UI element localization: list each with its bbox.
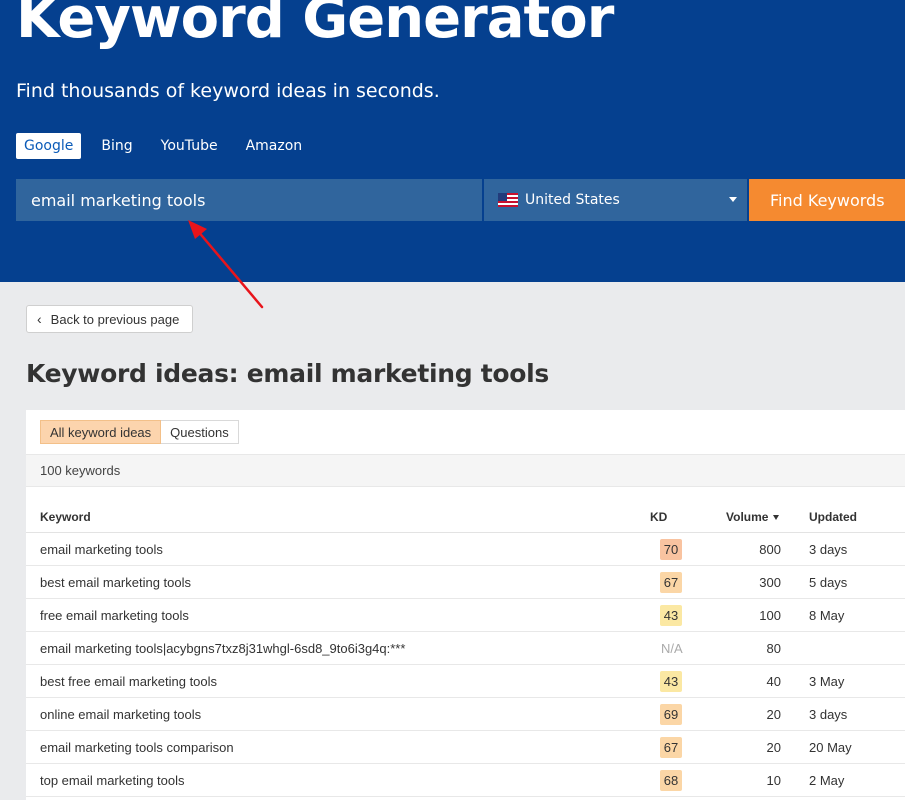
hero-title: Keyword Generator [16,0,614,51]
keyword-count-bar: 100 keywords [26,454,905,487]
updated-cell: 8 May [809,608,845,623]
table-row: email marketing tools 70 800 3 days [26,533,905,566]
kd-badge: 43 [660,671,682,692]
volume-cell: 80 [766,641,781,656]
engine-tab-youtube[interactable]: YouTube [153,133,226,159]
keyword-cell: best email marketing tools [40,575,192,590]
table-row: online email marketing tools 69 20 3 day… [26,698,905,731]
keyword-table-body: email marketing tools 70 800 3 days best… [26,533,905,797]
volume-cell: 20 [766,740,781,755]
find-keywords-button[interactable]: Find Keywords [749,179,905,221]
tab-questions[interactable]: Questions [161,420,239,444]
table-header: Keyword KD Volume Updated [26,506,905,533]
table-row: top email marketing tools 68 10 2 May [26,764,905,797]
table-row: email marketing tools|acybgns7txz8j31whg… [26,632,905,665]
updated-cell: 5 days [809,575,848,590]
keyword-cell: free email marketing tools [40,608,189,623]
column-header-kd: KD [650,510,668,524]
updated-cell: 20 May [809,740,852,755]
tab-all-keyword-ideas[interactable]: All keyword ideas [40,420,162,444]
results-panel: All keyword ideas Questions 100 keywords… [26,410,905,800]
hero-subtitle: Find thousands of keyword ideas in secon… [16,80,440,102]
keyword-search-input[interactable]: email marketing tools [16,179,482,221]
kd-badge: 67 [660,572,682,593]
sort-desc-icon [773,515,780,521]
volume-cell: 10 [766,773,781,788]
kd-badge: 67 [660,737,682,758]
keyword-cell: email marketing tools|acybgns7txz8j31whg… [40,641,406,656]
column-header-updated: Updated [809,510,857,524]
keyword-cell: email marketing tools [40,542,163,557]
updated-cell: 3 days [809,542,848,557]
chevron-down-icon [729,197,737,202]
table-row: free email marketing tools 43 100 8 May [26,599,905,632]
updated-cell: 3 May [809,674,845,689]
keyword-cell: best free email marketing tools [40,674,218,689]
keyword-cell: online email marketing tools [40,707,202,722]
volume-cell: 20 [766,707,781,722]
column-header-keyword: Keyword [40,510,91,524]
updated-cell: 2 May [809,773,845,788]
column-header-volume[interactable]: Volume [726,510,780,524]
result-tabs: All keyword ideas Questions [40,420,239,444]
engine-tab-bing[interactable]: Bing [93,133,140,159]
updated-cell: 3 days [809,707,848,722]
volume-cell: 300 [759,575,781,590]
kd-badge: 69 [660,704,682,725]
country-select[interactable]: United States [484,179,747,221]
column-header-volume-label: Volume [726,510,769,524]
country-select-value: United States [525,192,620,208]
page-title: Keyword ideas: email marketing tools [26,359,550,388]
hero-banner: Keyword Generator Find thousands of keyw… [0,0,905,282]
table-row: best email marketing tools 67 300 5 days [26,566,905,599]
volume-cell: 800 [759,542,781,557]
keyword-cell: email marketing tools comparison [40,740,234,755]
table-row: best free email marketing tools 43 40 3 … [26,665,905,698]
search-input-value: email marketing tools [31,190,206,210]
engine-tab-google[interactable]: Google [16,133,82,159]
us-flag-icon [498,193,518,207]
kd-badge: 43 [660,605,682,626]
keyword-cell: top email marketing tools [40,773,185,788]
volume-cell: 100 [759,608,781,623]
engine-tabs: Google Bing YouTube Amazon [16,133,322,159]
back-button[interactable]: ‹ Back to previous page [26,305,193,333]
keyword-count: 100 keywords [40,463,121,478]
volume-cell: 40 [766,674,781,689]
kd-badge: N/A [661,641,683,656]
chevron-left-icon: ‹ [37,311,42,327]
kd-badge: 70 [660,539,682,560]
kd-badge: 68 [660,770,682,791]
back-button-label: Back to previous page [50,311,180,327]
engine-tab-amazon[interactable]: Amazon [238,133,311,159]
table-row: email marketing tools comparison 67 20 2… [26,731,905,764]
